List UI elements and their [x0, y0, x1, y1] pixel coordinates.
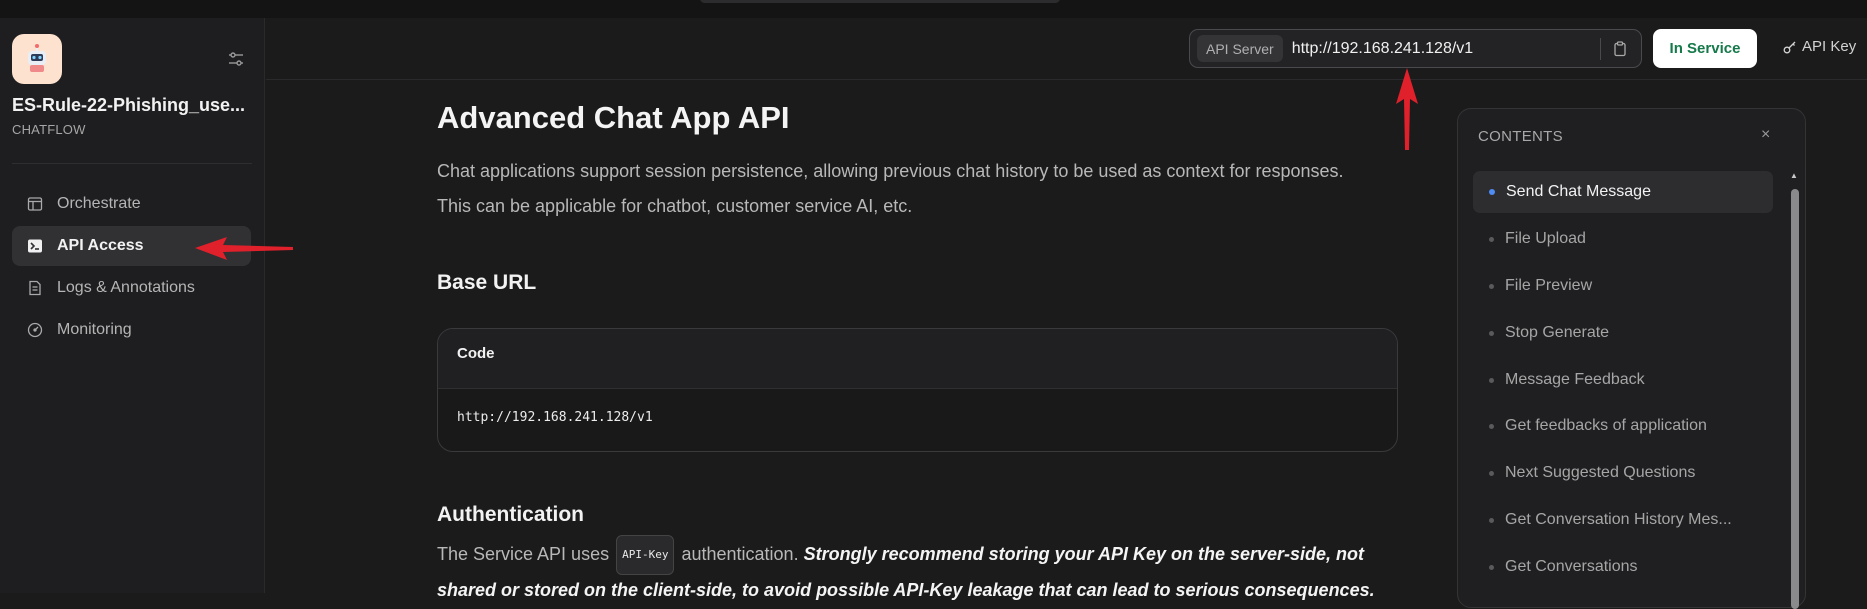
sidebar-item-monitoring[interactable]: Monitoring: [12, 310, 251, 350]
toc-item-label: Send Chat Message: [1506, 183, 1651, 200]
toc-item[interactable]: Get Conversations: [1473, 546, 1773, 588]
bullet-icon: [1489, 517, 1494, 523]
bullet-icon: [1489, 189, 1495, 195]
page-title: Advanced Chat App API: [437, 100, 790, 135]
gauge-icon: [26, 321, 44, 339]
toc-item-label: File Upload: [1505, 230, 1586, 247]
api-server-field: API Server http://192.168.241.128/v1: [1189, 29, 1642, 68]
api-key-button[interactable]: API Key: [1783, 38, 1856, 55]
annotation-arrow-up-icon: [1396, 68, 1418, 150]
intro-text: Chat applications support session persis…: [437, 154, 1397, 224]
sidebar-item-orchestrate[interactable]: Orchestrate: [12, 184, 251, 224]
toc-item[interactable]: Stop Generate: [1473, 312, 1773, 354]
sidebar-item-logs-annotations[interactable]: Logs & Annotations: [12, 268, 251, 308]
sidebar: ES-Rule-22-Phishing_use... CHATFLOW Orch…: [0, 18, 265, 593]
toc-item-label: Get feedbacks of application: [1505, 417, 1707, 434]
toc-item[interactable]: Get Conversation History Mes...: [1473, 499, 1773, 541]
contents-panel: CONTENTS × Send Chat Message File Upload…: [1457, 108, 1806, 609]
api-key-code-chip: API-Key: [616, 535, 675, 575]
api-server-label: API Server: [1197, 35, 1283, 62]
key-icon: [1783, 40, 1797, 54]
toc-item[interactable]: Get feedbacks of application: [1473, 405, 1773, 447]
file-list-icon: [26, 279, 44, 297]
sidebar-item-label: Logs & Annotations: [57, 279, 195, 296]
code-block-label: Code: [438, 329, 1397, 389]
sidebar-collapse-icon[interactable]: [225, 48, 247, 70]
authentication-heading: Authentication: [437, 503, 584, 526]
bullet-icon: [1489, 377, 1494, 383]
sidebar-item-label: API Access: [57, 237, 144, 254]
api-key-label: API Key: [1802, 38, 1857, 55]
toc-item[interactable]: Next Suggested Questions: [1473, 452, 1773, 494]
auth-strong-text: Strongly recommend storing your API Key …: [803, 544, 1365, 564]
toc-scrollbar[interactable]: ▲: [1790, 171, 1799, 609]
toc-item[interactable]: File Upload: [1473, 218, 1773, 260]
toc-item-label: Stop Generate: [1505, 324, 1610, 341]
address-bar-edge: [700, 0, 1060, 3]
bullet-icon: [1489, 470, 1494, 476]
sidebar-item-api-access[interactable]: API Access: [12, 226, 251, 266]
api-server-url: http://192.168.241.128/v1: [1291, 39, 1474, 57]
bullet-icon: [1489, 423, 1494, 429]
intro-line: Chat applications support session persis…: [437, 161, 1344, 181]
code-block: Code http://192.168.241.128/v1: [437, 328, 1398, 452]
divider: [12, 163, 252, 164]
divider: [1600, 37, 1601, 60]
close-icon[interactable]: ×: [1761, 126, 1770, 144]
in-service-button[interactable]: In Service: [1653, 29, 1757, 68]
toc-item[interactable]: Message Feedback: [1473, 359, 1773, 401]
bullet-icon: [1489, 330, 1494, 336]
auth-text: The Service API uses API-Key authenticat…: [437, 535, 1402, 575]
app-robot-icon: [12, 34, 62, 84]
auth-strong-text-line2: shared or stored on the client-side, to …: [437, 580, 1375, 600]
toc-item-label: Message Feedback: [1505, 371, 1645, 388]
sidebar-item-label: Orchestrate: [57, 195, 141, 212]
contents-title: CONTENTS: [1478, 128, 1563, 145]
bullet-icon: [1489, 283, 1494, 289]
intro-line: This can be applicable for chatbot, cust…: [437, 196, 913, 216]
layout-icon: [26, 195, 44, 213]
sidebar-item-label: Monitoring: [57, 321, 132, 338]
toc-item[interactable]: File Preview: [1473, 265, 1773, 307]
code-block-value: http://192.168.241.128/v1: [457, 410, 653, 425]
scroll-up-arrow-icon[interactable]: ▲: [1790, 171, 1798, 180]
scrollbar-thumb[interactable]: [1791, 189, 1799, 609]
terminal-icon: [26, 237, 44, 255]
bullet-icon: [1489, 236, 1494, 242]
copy-icon[interactable]: [1611, 40, 1629, 58]
toc-item-label: Get Conversations: [1505, 558, 1638, 575]
auth-text-mid: authentication.: [681, 544, 799, 564]
auth-text-prefix: The Service API uses: [437, 544, 610, 564]
toc-item-label: Get Conversation History Mes...: [1505, 511, 1732, 528]
app-type: CHATFLOW: [12, 122, 86, 137]
base-url-heading: Base URL: [437, 271, 537, 294]
bullet-icon: [1489, 564, 1494, 570]
app-name: ES-Rule-22-Phishing_use...: [12, 95, 246, 115]
toc-item-label: Next Suggested Questions: [1505, 464, 1696, 481]
browser-top-strip: [0, 0, 1867, 18]
toc-item-label: File Preview: [1505, 277, 1593, 294]
toc-item[interactable]: Send Chat Message: [1473, 171, 1773, 213]
